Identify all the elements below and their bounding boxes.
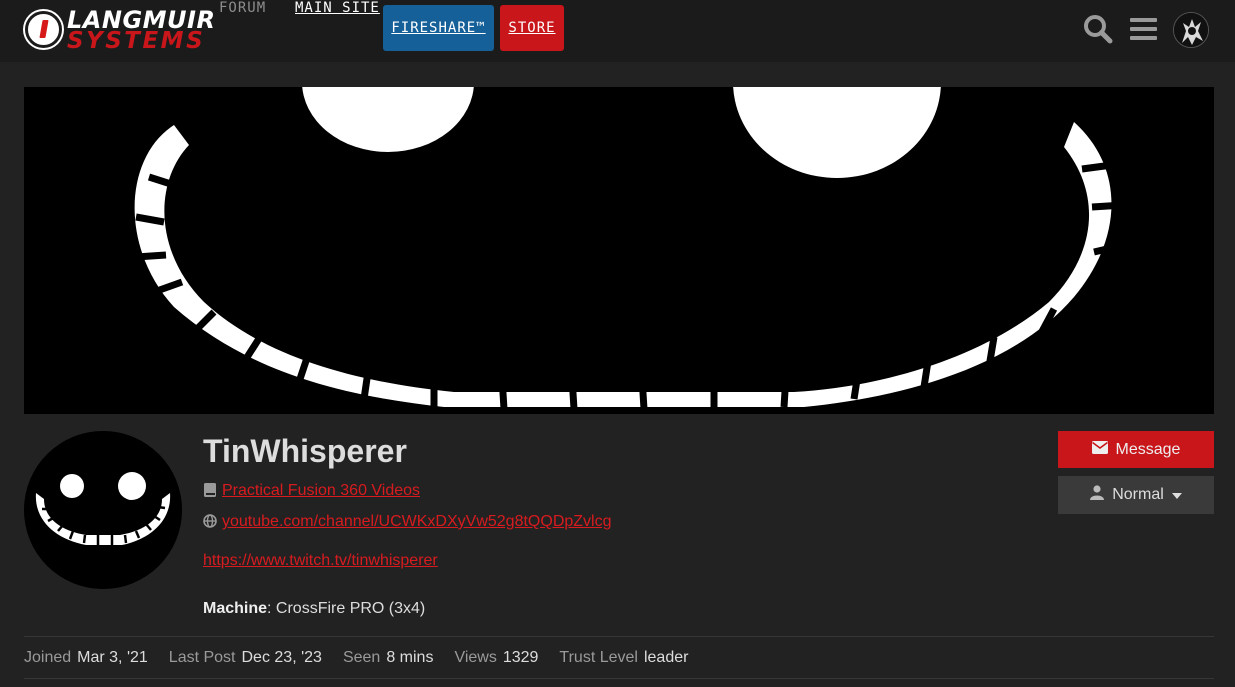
profile-background-banner	[24, 87, 1214, 414]
profile-website-link-row: youtube.com/channel/UCWKxDXyVw52g8tQQDpZ…	[203, 512, 612, 532]
stat-last-post-value[interactable]: Dec 23, '23	[242, 649, 322, 666]
hamburger-menu-icon[interactable]	[1128, 13, 1160, 45]
current-user-avatar[interactable]	[1173, 12, 1209, 48]
twitch-link[interactable]: https://www.twitch.tv/tinwhisperer	[203, 552, 438, 569]
profile-twitch-link-row: https://www.twitch.tv/tinwhisperer	[203, 551, 438, 571]
profile-machine-field: Machine: CrossFire PRO (3x4)	[203, 599, 425, 619]
book-icon	[203, 483, 217, 497]
stat-seen: Seen 8 mins	[343, 648, 434, 668]
message-button[interactable]: Message	[1058, 431, 1214, 468]
langmuir-logo[interactable]: LANGMUIR SYSTEMS	[25, 8, 223, 54]
stat-last-post-label: Last Post	[168, 649, 236, 666]
nav-forum[interactable]: FORUM	[219, 0, 266, 62]
caret-down-icon	[1171, 486, 1182, 504]
stat-trust-level-value: leader	[643, 649, 689, 666]
stat-views-value: 1329	[502, 649, 539, 666]
stats-divider-top	[24, 636, 1214, 637]
stat-seen-label: Seen	[342, 649, 381, 666]
stats-divider-bottom	[24, 678, 1214, 679]
youtube-channel-link[interactable]: youtube.com/channel/UCWKxDXyVw52g8tQQDpZ…	[222, 513, 612, 530]
notification-level-dropdown[interactable]: Normal	[1058, 476, 1214, 514]
stat-joined-value[interactable]: Mar 3, '21	[77, 649, 148, 666]
search-icon[interactable]	[1082, 13, 1114, 45]
stat-trust-level-label: Trust Level	[559, 649, 638, 666]
stat-views: Views 1329	[454, 648, 538, 668]
stat-views-label: Views	[454, 649, 497, 666]
practical-fusion-360-videos-link[interactable]: Practical Fusion 360 Videos	[222, 482, 420, 499]
globe-icon	[203, 514, 217, 528]
stat-joined: Joined Mar 3, '21	[24, 648, 148, 668]
nav-fireshare[interactable]: FIRESHARE™	[383, 5, 494, 51]
user-icon	[1090, 485, 1105, 505]
logo-mark-icon	[25, 11, 62, 48]
profile-username: TinWhisperer	[203, 433, 407, 469]
nav-main-site[interactable]: MAIN SITE	[295, 0, 380, 62]
profile-avatar[interactable]	[24, 431, 182, 589]
profile-videos-link-row: Practical Fusion 360 Videos	[203, 481, 420, 501]
site-header: LANGMUIR SYSTEMS FORUM MAIN SITE FIRESHA…	[0, 0, 1235, 62]
envelope-icon	[1091, 440, 1108, 459]
nav-store[interactable]: STORE	[500, 5, 564, 51]
stat-joined-label: Joined	[24, 649, 72, 666]
profile-stats-bar: Joined Mar 3, '21 Last Post Dec 23, '23 Se…	[24, 648, 709, 668]
machine-label: Machine	[203, 600, 268, 617]
message-button-label: Message	[1115, 440, 1181, 458]
logo-text-bottom: SYSTEMS	[67, 28, 206, 54]
stat-last-post: Last Post Dec 23, '23	[169, 648, 322, 668]
notification-level-label: Normal	[1112, 486, 1164, 503]
machine-value: : CrossFire PRO (3x4)	[267, 600, 426, 617]
stat-trust-level: Trust Level leader	[559, 648, 688, 668]
stat-seen-value: 8 mins	[386, 649, 434, 666]
